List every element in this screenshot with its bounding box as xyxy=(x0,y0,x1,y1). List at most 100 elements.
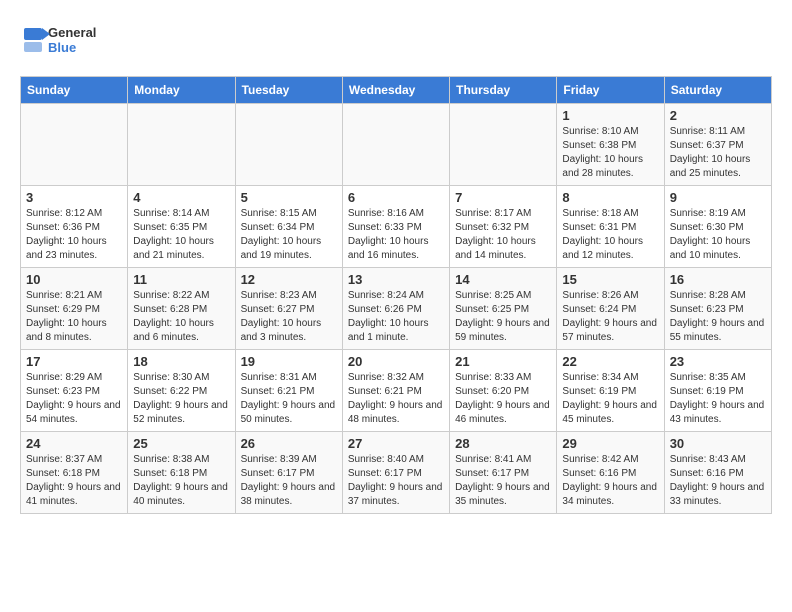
calendar-cell: 5 Sunrise: 8:15 AM Sunset: 6:34 PM Daylig… xyxy=(235,186,342,268)
calendar-cell: 17 Sunrise: 8:29 AM Sunset: 6:23 PM Dayli… xyxy=(21,350,128,432)
day-info: Sunrise: 8:14 AM Sunset: 6:35 PM Dayligh… xyxy=(133,207,229,263)
day-info: Sunrise: 8:28 AM Sunset: 6:23 PM Dayligh… xyxy=(670,289,766,345)
day-number: 18 xyxy=(133,354,229,369)
day-number: 16 xyxy=(670,272,766,287)
day-number: 3 xyxy=(26,190,122,205)
day-number: 26 xyxy=(241,436,337,451)
day-number: 23 xyxy=(670,354,766,369)
svg-text:General: General xyxy=(48,25,96,40)
day-info: Sunrise: 8:18 AM Sunset: 6:31 PM Dayligh… xyxy=(562,207,658,263)
calendar-cell: 27 Sunrise: 8:40 AM Sunset: 6:17 PM Dayli… xyxy=(342,432,449,514)
calendar-cell: 2Sunrise: 8:11 AM Sunset: 6:37 PM Daylig… xyxy=(664,104,771,186)
calendar-cell: 6 Sunrise: 8:16 AM Sunset: 6:33 PM Daylig… xyxy=(342,186,449,268)
calendar-cell xyxy=(128,104,235,186)
column-header-friday: Friday xyxy=(557,77,664,104)
calendar-cell: 12Sunrise: 8:23 AM Sunset: 6:27 PM Dayli… xyxy=(235,268,342,350)
day-info: Sunrise: 8:35 AM Sunset: 6:19 PM Dayligh… xyxy=(670,371,766,427)
column-header-tuesday: Tuesday xyxy=(235,77,342,104)
day-number: 30 xyxy=(670,436,766,451)
calendar-cell: 25 Sunrise: 8:38 AM Sunset: 6:18 PM Dayli… xyxy=(128,432,235,514)
day-number: 9 xyxy=(670,190,766,205)
day-number: 1 xyxy=(562,108,658,123)
logo: General Blue xyxy=(20,20,110,60)
calendar-week-3: 10 Sunrise: 8:21 AM Sunset: 6:29 PM Dayli… xyxy=(21,268,772,350)
svg-text:Blue: Blue xyxy=(48,40,76,55)
calendar-cell: 24 Sunrise: 8:37 AM Sunset: 6:18 PM Dayli… xyxy=(21,432,128,514)
calendar-cell: 21 Sunrise: 8:33 AM Sunset: 6:20 PM Dayli… xyxy=(450,350,557,432)
day-number: 5 xyxy=(241,190,337,205)
calendar-cell: 11 Sunrise: 8:22 AM Sunset: 6:28 PM Dayli… xyxy=(128,268,235,350)
day-info: Sunrise: 8:17 AM Sunset: 6:32 PM Dayligh… xyxy=(455,207,551,263)
day-info: Sunrise: 8:22 AM Sunset: 6:28 PM Dayligh… xyxy=(133,289,229,345)
day-info: Sunrise: 8:11 AM Sunset: 6:37 PM Dayligh… xyxy=(670,125,766,181)
calendar-table: SundayMondayTuesdayWednesdayThursdayFrid… xyxy=(20,76,772,514)
calendar-week-5: 24 Sunrise: 8:37 AM Sunset: 6:18 PM Dayli… xyxy=(21,432,772,514)
calendar-cell: 18 Sunrise: 8:30 AM Sunset: 6:22 PM Dayli… xyxy=(128,350,235,432)
day-number: 25 xyxy=(133,436,229,451)
day-info: Sunrise: 8:32 AM Sunset: 6:21 PM Dayligh… xyxy=(348,371,444,427)
day-info: Sunrise: 8:30 AM Sunset: 6:22 PM Dayligh… xyxy=(133,371,229,427)
column-header-thursday: Thursday xyxy=(450,77,557,104)
calendar-cell: 3 Sunrise: 8:12 AM Sunset: 6:36 PM Daylig… xyxy=(21,186,128,268)
day-info: Sunrise: 8:21 AM Sunset: 6:29 PM Dayligh… xyxy=(26,289,122,345)
day-info: Sunrise: 8:16 AM Sunset: 6:33 PM Dayligh… xyxy=(348,207,444,263)
day-number: 20 xyxy=(348,354,444,369)
column-header-monday: Monday xyxy=(128,77,235,104)
calendar-cell xyxy=(450,104,557,186)
day-info: Sunrise: 8:12 AM Sunset: 6:36 PM Dayligh… xyxy=(26,207,122,263)
calendar-cell xyxy=(235,104,342,186)
day-number: 13 xyxy=(348,272,444,287)
day-info: Sunrise: 8:38 AM Sunset: 6:18 PM Dayligh… xyxy=(133,453,229,509)
day-info: Sunrise: 8:24 AM Sunset: 6:26 PM Dayligh… xyxy=(348,289,444,345)
calendar-cell xyxy=(342,104,449,186)
calendar-cell: 4 Sunrise: 8:14 AM Sunset: 6:35 PM Daylig… xyxy=(128,186,235,268)
column-header-wednesday: Wednesday xyxy=(342,77,449,104)
page-header: General Blue xyxy=(20,20,772,60)
day-info: Sunrise: 8:25 AM Sunset: 6:25 PM Dayligh… xyxy=(455,289,551,345)
calendar-cell: 9Sunrise: 8:19 AM Sunset: 6:30 PM Daylig… xyxy=(664,186,771,268)
calendar-header-row: SundayMondayTuesdayWednesdayThursdayFrid… xyxy=(21,77,772,104)
day-number: 24 xyxy=(26,436,122,451)
calendar-week-4: 17 Sunrise: 8:29 AM Sunset: 6:23 PM Dayli… xyxy=(21,350,772,432)
day-number: 4 xyxy=(133,190,229,205)
calendar-cell: 8Sunrise: 8:18 AM Sunset: 6:31 PM Daylig… xyxy=(557,186,664,268)
day-number: 22 xyxy=(562,354,658,369)
day-number: 6 xyxy=(348,190,444,205)
day-info: Sunrise: 8:39 AM Sunset: 6:17 PM Dayligh… xyxy=(241,453,337,509)
calendar-cell: 26 Sunrise: 8:39 AM Sunset: 6:17 PM Dayli… xyxy=(235,432,342,514)
day-info: Sunrise: 8:33 AM Sunset: 6:20 PM Dayligh… xyxy=(455,371,551,427)
calendar-week-1: 1 Sunrise: 8:10 AM Sunset: 6:38 PM Daylig… xyxy=(21,104,772,186)
day-number: 21 xyxy=(455,354,551,369)
day-number: 28 xyxy=(455,436,551,451)
day-number: 19 xyxy=(241,354,337,369)
day-number: 17 xyxy=(26,354,122,369)
calendar-week-2: 3 Sunrise: 8:12 AM Sunset: 6:36 PM Daylig… xyxy=(21,186,772,268)
day-info: Sunrise: 8:29 AM Sunset: 6:23 PM Dayligh… xyxy=(26,371,122,427)
day-info: Sunrise: 8:10 AM Sunset: 6:38 PM Dayligh… xyxy=(562,125,658,181)
calendar-cell: 7Sunrise: 8:17 AM Sunset: 6:32 PM Daylig… xyxy=(450,186,557,268)
calendar-cell: 28Sunrise: 8:41 AM Sunset: 6:17 PM Dayli… xyxy=(450,432,557,514)
column-header-saturday: Saturday xyxy=(664,77,771,104)
day-number: 10 xyxy=(26,272,122,287)
calendar-cell: 20 Sunrise: 8:32 AM Sunset: 6:21 PM Dayli… xyxy=(342,350,449,432)
day-info: Sunrise: 8:42 AM Sunset: 6:16 PM Dayligh… xyxy=(562,453,658,509)
day-info: Sunrise: 8:26 AM Sunset: 6:24 PM Dayligh… xyxy=(562,289,658,345)
calendar-cell: 16 Sunrise: 8:28 AM Sunset: 6:23 PM Dayli… xyxy=(664,268,771,350)
calendar-cell: 13 Sunrise: 8:24 AM Sunset: 6:26 PM Dayli… xyxy=(342,268,449,350)
calendar-cell: 1 Sunrise: 8:10 AM Sunset: 6:38 PM Daylig… xyxy=(557,104,664,186)
day-number: 12 xyxy=(241,272,337,287)
calendar-cell: 10 Sunrise: 8:21 AM Sunset: 6:29 PM Dayli… xyxy=(21,268,128,350)
day-number: 15 xyxy=(562,272,658,287)
day-number: 11 xyxy=(133,272,229,287)
calendar-cell: 23 Sunrise: 8:35 AM Sunset: 6:19 PM Dayli… xyxy=(664,350,771,432)
day-info: Sunrise: 8:31 AM Sunset: 6:21 PM Dayligh… xyxy=(241,371,337,427)
day-info: Sunrise: 8:37 AM Sunset: 6:18 PM Dayligh… xyxy=(26,453,122,509)
column-header-sunday: Sunday xyxy=(21,77,128,104)
calendar-cell xyxy=(21,104,128,186)
day-number: 27 xyxy=(348,436,444,451)
day-info: Sunrise: 8:34 AM Sunset: 6:19 PM Dayligh… xyxy=(562,371,658,427)
day-info: Sunrise: 8:15 AM Sunset: 6:34 PM Dayligh… xyxy=(241,207,337,263)
logo-svg: General Blue xyxy=(20,20,110,60)
day-info: Sunrise: 8:43 AM Sunset: 6:16 PM Dayligh… xyxy=(670,453,766,509)
day-info: Sunrise: 8:40 AM Sunset: 6:17 PM Dayligh… xyxy=(348,453,444,509)
